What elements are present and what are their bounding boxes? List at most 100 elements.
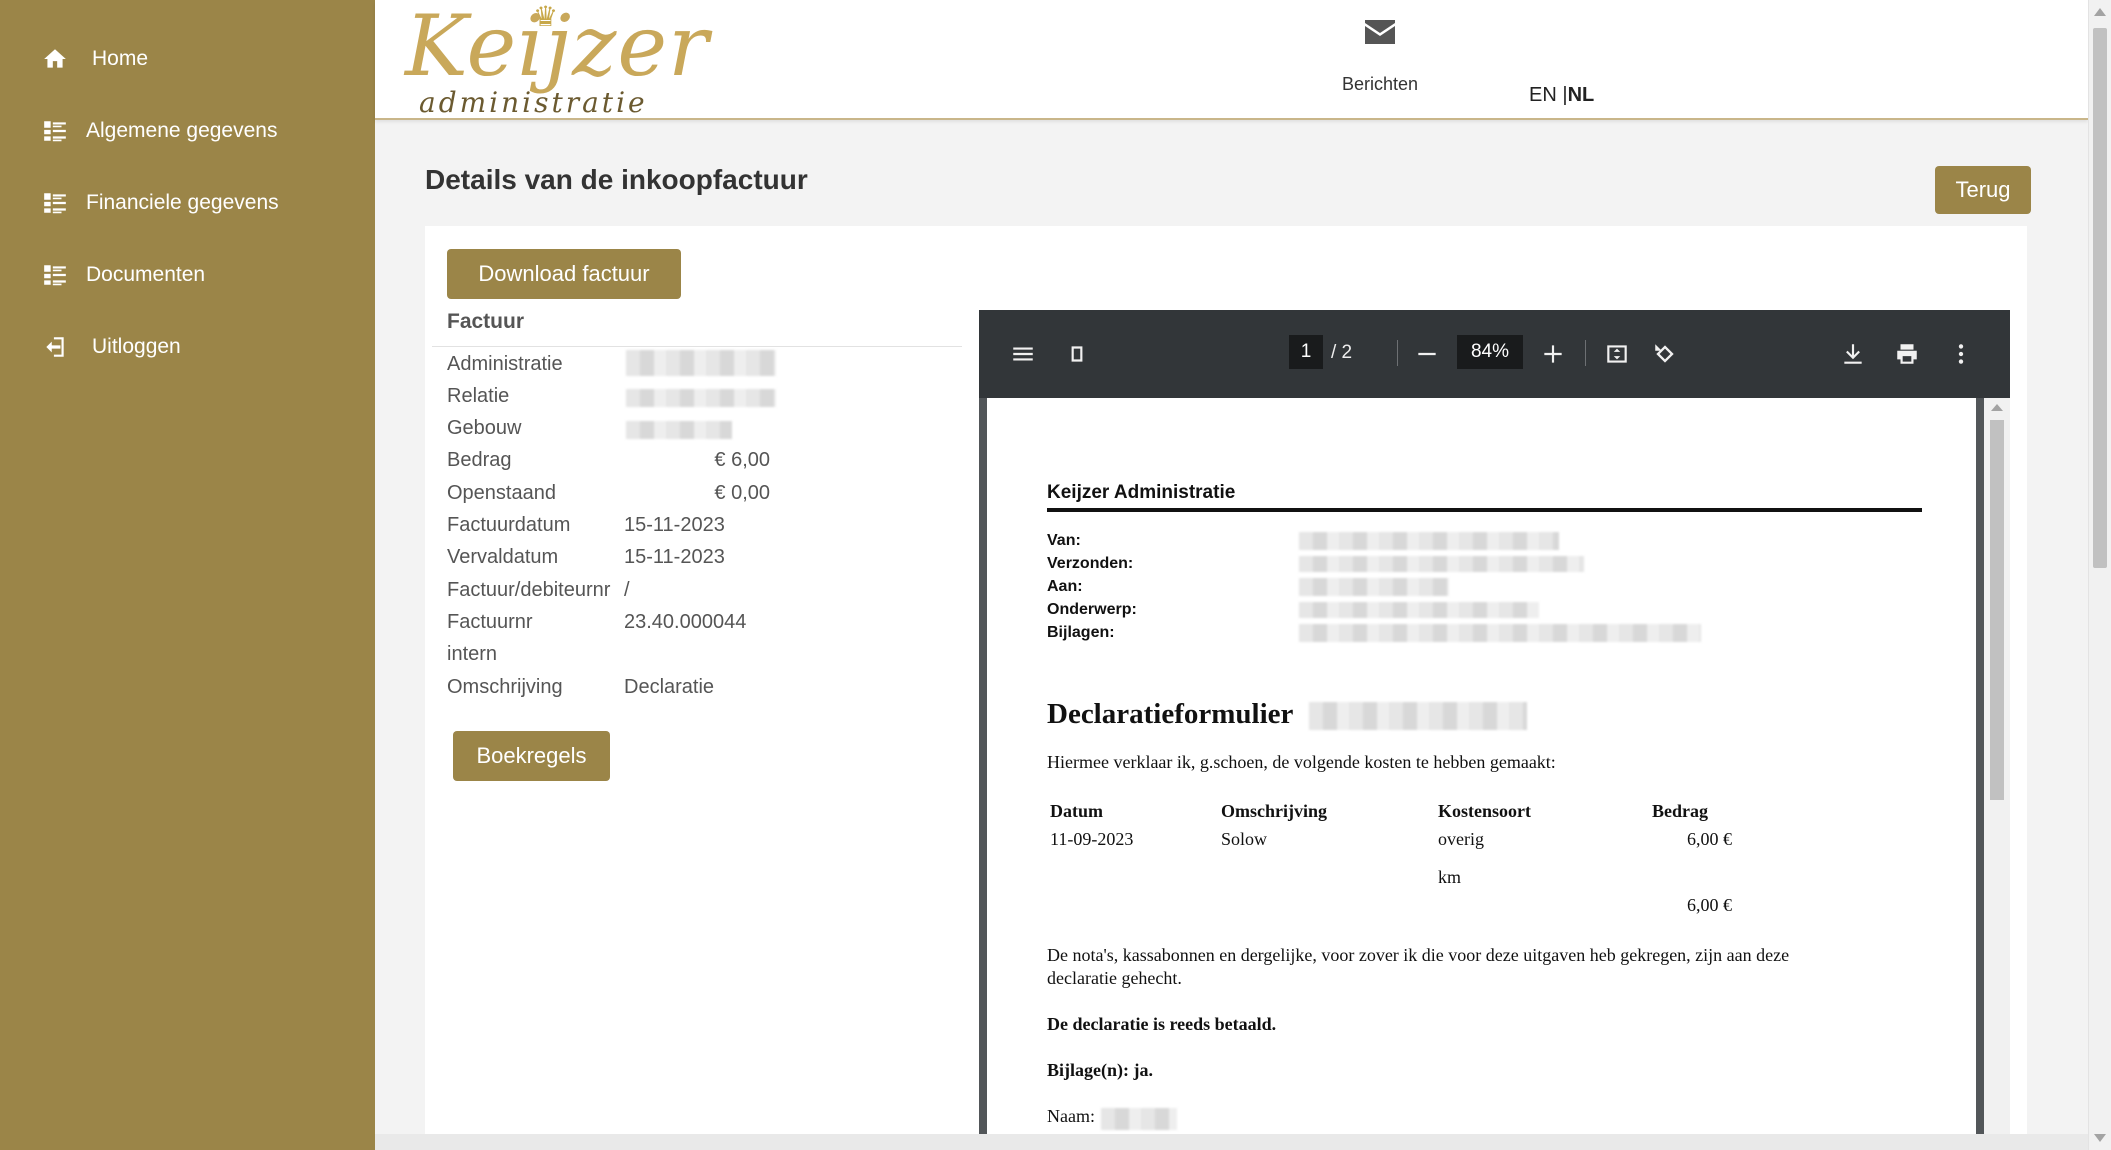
print-icon[interactable]: [1891, 338, 1923, 370]
list-icon: [40, 116, 70, 146]
doc-table-header: Bedrag: [1652, 801, 1708, 821]
redacted-value: [1309, 702, 1527, 730]
scroll-up-arrow[interactable]: [1991, 404, 2003, 411]
doc-note: declaratie gehecht.: [1047, 968, 1182, 988]
rotate-icon[interactable]: [1649, 338, 1681, 370]
field-label: Vervaldatum: [447, 546, 559, 568]
list-icon: [40, 188, 70, 218]
doc-intro: Hiermee verklaar ik, g.schoen, de volgen…: [1047, 752, 1556, 772]
doc-table-header: Omschrijving: [1221, 801, 1327, 821]
language-switcher: EN |NL: [1529, 84, 1594, 107]
field-value: 15-11-2023: [624, 546, 725, 568]
sidebar-item-algemene-gegevens[interactable]: Algemene gegevens: [40, 116, 277, 146]
doc-meta-label: Verzonden:: [1047, 555, 1134, 572]
sidebar-item-home[interactable]: Home: [40, 44, 148, 74]
horizontal-scrollbar[interactable]: [375, 1134, 2088, 1150]
field-label: Administratie: [447, 353, 563, 375]
redacted-value: [1299, 624, 1701, 642]
logout-icon: [40, 332, 70, 362]
redacted-value: [1299, 556, 1584, 572]
field-value: € 0,00: [714, 482, 770, 504]
field-label: Bedrag: [447, 449, 512, 471]
sidebar-toggle-icon[interactable]: [1061, 338, 1093, 370]
lang-nl-link[interactable]: NL: [1568, 84, 1595, 106]
doc-table-total: 6,00 €: [1687, 895, 1732, 915]
doc-table-cell: 11-09-2023: [1050, 829, 1134, 849]
redacted-value: [626, 421, 732, 439]
doc-rule: [1047, 508, 1922, 512]
home-icon: [40, 44, 70, 74]
page-total: / 2: [1331, 342, 1353, 363]
sidebar-item-uitloggen[interactable]: Uitloggen: [40, 332, 181, 362]
page-title: Details van de inkoopfactuur: [425, 164, 808, 195]
list-icon: [40, 260, 70, 290]
field-value: € 6,00: [714, 449, 770, 471]
messages-label: Berichten: [1341, 74, 1419, 94]
section-title: Factuur: [447, 310, 525, 333]
messages-button[interactable]: Berichten: [1325, 18, 1435, 95]
doc-table-cell: 6,00 €: [1687, 829, 1732, 849]
page-number-input[interactable]: 1: [1289, 335, 1323, 369]
toolbar-divider: [1397, 340, 1398, 366]
field-label: intern: [447, 643, 498, 665]
page-scrollbar[interactable]: [2088, 0, 2111, 1150]
redacted-value: [1299, 602, 1539, 618]
sidebar-item-label: Documenten: [86, 263, 206, 286]
doc-table-cell: Solow: [1221, 829, 1268, 849]
more-icon[interactable]: [1945, 338, 1977, 370]
doc-paid: De declaratie is reeds betaald.: [1047, 1014, 1277, 1034]
zoom-out-icon[interactable]: [1411, 338, 1443, 370]
download-invoice-button[interactable]: Download factuur: [447, 249, 681, 299]
section-divider: [432, 346, 962, 347]
doc-note: De nota's, kassabonnen en dergelijke, vo…: [1047, 945, 1790, 965]
lang-en-link[interactable]: EN: [1529, 84, 1557, 106]
back-button[interactable]: Terug: [1935, 166, 2031, 214]
redacted-value: [1101, 1108, 1177, 1130]
field-label: Gebouw: [447, 417, 522, 439]
sidebar-item-label: Financiele gegevens: [86, 191, 279, 214]
doc-heading: Declaratieformulier: [1047, 698, 1294, 730]
toolbar-divider: [1585, 340, 1586, 366]
sidebar: Home Algemene gegevens Financiele gegeve…: [0, 0, 375, 1150]
redacted-value: [1299, 532, 1559, 550]
doc-table-unit: km: [1438, 867, 1462, 887]
scroll-down-arrow[interactable]: [2094, 1134, 2106, 1142]
zoom-in-icon[interactable]: [1537, 338, 1569, 370]
field-value: /: [624, 579, 630, 601]
pdf-scrollbar[interactable]: [1984, 398, 2010, 1134]
field-label: Omschrijving: [447, 676, 563, 698]
pdf-page: Keijzer Administratie Van: Verzonden: Aa…: [987, 398, 1976, 1134]
field-label: Factuurnr: [447, 611, 533, 633]
scroll-up-arrow[interactable]: [2094, 8, 2106, 16]
top-header: ♛ Keijzer administratie Berichten EN |NL: [375, 0, 2088, 120]
logo-text-top: Keijzer: [405, 0, 710, 95]
logo[interactable]: ♛ Keijzer administratie: [405, 0, 708, 119]
redacted-value: [626, 350, 776, 376]
field-label: Relatie: [447, 385, 510, 407]
doc-meta-label: Bijlagen:: [1047, 624, 1115, 641]
doc-meta-label: Van:: [1047, 532, 1081, 549]
field-label: Factuurdatum: [447, 514, 571, 536]
scroll-thumb[interactable]: [1990, 420, 2004, 800]
sidebar-item-financiele-gegevens[interactable]: Financiele gegevens: [40, 188, 279, 218]
sidebar-item-label: Home: [92, 47, 149, 70]
boekregels-button[interactable]: Boekregels: [453, 731, 610, 781]
field-value: Declaratie: [624, 676, 715, 698]
field-value: 23.40.000044: [624, 611, 747, 633]
field-label: Factuur/debiteurnr: [447, 579, 611, 601]
doc-company: Keijzer Administratie: [1047, 482, 1236, 503]
sidebar-item-label: Algemene gegevens: [86, 119, 278, 142]
zoom-level[interactable]: 84%: [1457, 335, 1523, 369]
fit-page-icon[interactable]: [1601, 338, 1633, 370]
doc-table-header: Datum: [1050, 801, 1103, 821]
doc-name-label: Naam:: [1047, 1106, 1095, 1126]
redacted-value: [1299, 578, 1449, 596]
pdf-viewer[interactable]: 1 / 2 84% Keijzer Administratie Van: Ver…: [979, 310, 2010, 1134]
doc-table-cell: overig: [1438, 829, 1484, 849]
redacted-value: [626, 389, 776, 407]
logo-text-bottom: administratie: [419, 86, 648, 119]
menu-icon[interactable]: [1007, 338, 1039, 370]
sidebar-item-documenten[interactable]: Documenten: [40, 260, 205, 290]
scroll-thumb[interactable]: [2093, 28, 2107, 568]
download-icon[interactable]: [1837, 338, 1869, 370]
